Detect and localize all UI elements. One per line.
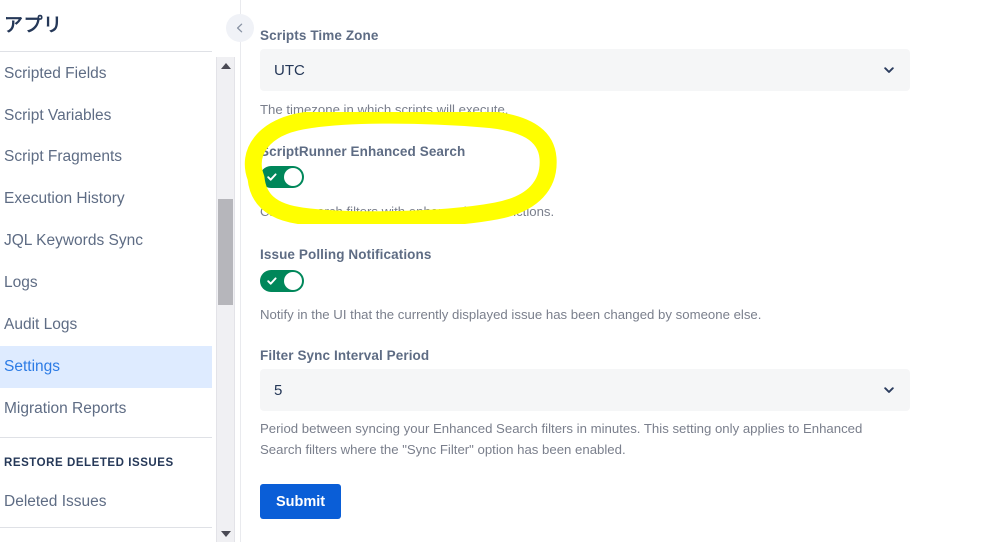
check-icon [266, 275, 278, 287]
filter-sync-select[interactable]: 5 [260, 369, 910, 411]
sidebar-item-label: Logs [4, 274, 38, 291]
sidebar-item-scripted-fields[interactable]: Scripted Fields [0, 53, 212, 95]
sidebar-divider-top [0, 51, 212, 52]
scripts-timezone-label: Scripts Time Zone [260, 28, 379, 43]
sidebar-item-label: Script Variables [4, 107, 112, 124]
sidebar-item-label: Settings [4, 358, 61, 375]
scripts-timezone-value: UTC [274, 61, 305, 79]
sidebar-item-label: Audit Logs [4, 316, 78, 333]
sidebar-scrollbar[interactable] [216, 57, 235, 542]
sidebar-item-migration-reports[interactable]: Migration Reports [0, 388, 212, 430]
sidebar-item-execution-history[interactable]: Execution History [0, 178, 212, 220]
issue-polling-toggle[interactable] [260, 270, 304, 292]
sidebar-item-logs[interactable]: Logs [0, 262, 212, 304]
sidebar-item-label: JQL Keywords Sync [4, 232, 143, 249]
sidebar-item-settings[interactable]: Settings [0, 346, 212, 388]
sidebar-item-jql-keywords-sync[interactable]: JQL Keywords Sync [0, 220, 212, 262]
sidebar: アプリ Scripted Fields Script Variables Scr… [0, 0, 212, 542]
chevron-down-icon [882, 63, 896, 77]
sidebar-title: アプリ [4, 15, 63, 36]
scrollbar-thumb[interactable] [218, 199, 233, 305]
scripts-timezone-help: The timezone in which scripts will execu… [260, 102, 509, 117]
scroll-down-arrow-icon[interactable] [217, 525, 234, 542]
filter-sync-help: Period between syncing your Enhanced Sea… [260, 421, 863, 457]
sidebar-item-label: Script Fragments [4, 148, 123, 165]
enhanced-search-label: ScriptRunner Enhanced Search [260, 144, 466, 159]
sidebar-divider-bottom [0, 527, 212, 528]
sidebar-section-heading: RESTORE DELETED ISSUES [4, 457, 174, 469]
sidebar-item-deleted-issues[interactable]: Deleted Issues [0, 481, 212, 523]
filter-sync-value: 5 [274, 381, 283, 399]
filter-sync-label: Filter Sync Interval Period [260, 348, 430, 363]
sidebar-item-script-fragments[interactable]: Script Fragments [0, 136, 212, 178]
sidebar-item-audit-logs[interactable]: Audit Logs [0, 304, 212, 346]
submit-button[interactable]: Submit [260, 484, 342, 519]
sidebar-divider-middle [0, 437, 212, 438]
chevron-left-icon [234, 22, 246, 34]
sidebar-item-script-variables[interactable]: Script Variables [0, 95, 212, 137]
chevron-down-icon [882, 383, 896, 397]
settings-page: アプリ Scripted Fields Script Variables Scr… [0, 0, 1000, 542]
sidebar-item-label: Deleted Issues [4, 493, 107, 510]
sidebar-item-label: Execution History [4, 190, 125, 207]
scripts-timezone-select[interactable]: UTC [260, 49, 910, 91]
settings-form: Scripts Time Zone UTC The timezone in wh… [242, 0, 1000, 542]
rail-separator [240, 0, 241, 542]
issue-polling-help: Notify in the UI that the currently disp… [260, 307, 762, 322]
sidebar-item-label: Migration Reports [4, 400, 127, 417]
toggle-knob [284, 168, 302, 186]
sidebar-item-label: Scripted Fields [4, 65, 107, 82]
sidebar-collapse-button[interactable] [226, 14, 254, 42]
enhanced-search-toggle[interactable] [260, 166, 304, 188]
toggle-knob [284, 272, 302, 290]
issue-polling-label: Issue Polling Notifications [260, 247, 432, 262]
check-icon [266, 171, 278, 183]
scroll-up-arrow-icon[interactable] [217, 57, 234, 74]
enhanced-search-help: Create search filters with enhanced JQL … [260, 204, 555, 219]
